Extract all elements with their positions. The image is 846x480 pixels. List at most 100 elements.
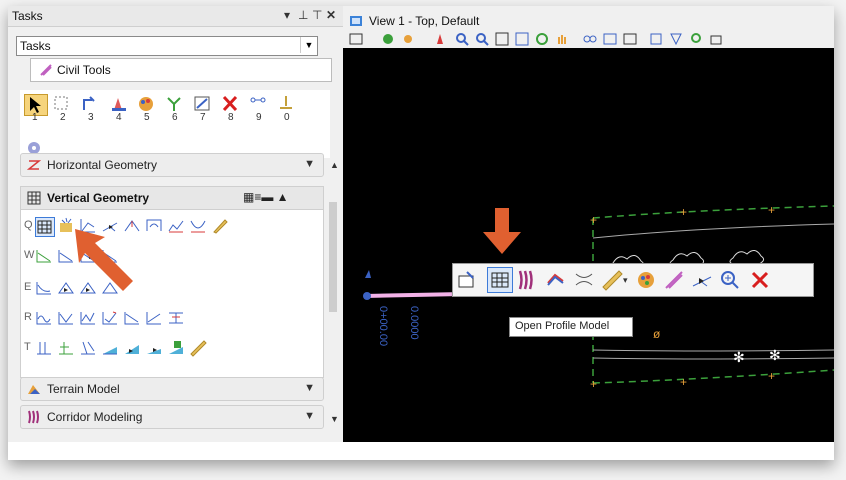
profile-tool-button[interactable]: [167, 217, 185, 235]
tool-key-label: 3: [88, 112, 94, 123]
scrollbar-thumb[interactable]: [329, 202, 337, 312]
profile-tool-button[interactable]: [79, 339, 97, 357]
civil-tools-header[interactable]: Civil Tools: [30, 58, 332, 82]
chevron-down-icon[interactable]: ▼: [304, 382, 315, 394]
close-icon[interactable]: ✕: [326, 8, 336, 22]
civil-tool-0-button[interactable]: [276, 94, 298, 114]
zoom-in-icon[interactable]: [455, 32, 469, 46]
civil-tool-8-button[interactable]: [220, 94, 242, 114]
civil-tool-3-button[interactable]: [80, 94, 102, 114]
properties-icon[interactable]: [457, 270, 477, 290]
profile-tool-button[interactable]: [123, 309, 141, 327]
delete-x-icon[interactable]: [749, 269, 771, 291]
scroll-down-icon[interactable]: ▼: [330, 414, 339, 424]
camera-icon[interactable]: [709, 32, 723, 46]
clip-mask-icon[interactable]: [669, 32, 683, 46]
view-title: View 1 - Top, Default: [369, 14, 480, 28]
rotate-view-icon[interactable]: [535, 32, 549, 46]
clip-volume-icon[interactable]: [649, 32, 663, 46]
profile-tool-button[interactable]: [167, 339, 185, 357]
chevron-down-icon[interactable]: ▼: [304, 410, 315, 422]
cad-drawing-canvas[interactable]: + + + + + + ✻ ✻ ø 0+00.00 0.0000: [343, 48, 834, 442]
profile-tool-button[interactable]: [145, 309, 163, 327]
profile-tool-button[interactable]: [189, 217, 207, 235]
profile-cube-icon: [169, 341, 183, 354]
palette-icon[interactable]: [635, 269, 657, 291]
civil-tool-2-button[interactable]: [52, 94, 74, 114]
dropdown-arrow-icon[interactable]: ▾: [284, 8, 290, 22]
scroll-up-icon[interactable]: ▲: [330, 160, 339, 170]
civil-tools-label: Civil Tools: [57, 63, 111, 77]
profile-arrow-icon[interactable]: [691, 269, 713, 291]
display-style-icon[interactable]: [381, 32, 395, 46]
tool-key-label: 6: [172, 112, 178, 123]
alignment-start-point[interactable]: [363, 292, 371, 300]
chevron-down-icon[interactable]: ▼: [300, 37, 317, 53]
civil-tool-4-button[interactable]: [108, 94, 130, 114]
view-next-icon[interactable]: [603, 32, 617, 46]
profile-tool-button[interactable]: [211, 217, 229, 235]
profile-tool-button[interactable]: [101, 309, 119, 327]
open-profile-model-button[interactable]: [487, 267, 513, 293]
analyze-icon[interactable]: [689, 32, 703, 46]
zoom-in-icon[interactable]: [719, 269, 741, 291]
pin-icon-2[interactable]: ⊤: [312, 8, 322, 22]
view-attributes-icon[interactable]: [349, 32, 363, 46]
tool-key-label: 4: [116, 112, 122, 123]
station-label: 0+00.00: [377, 306, 389, 346]
open-profile-model-button[interactable]: [35, 217, 55, 237]
civil-tool-5-button[interactable]: [136, 94, 158, 114]
fit-view-icon[interactable]: [515, 32, 529, 46]
road-line[interactable]: [592, 223, 834, 239]
copy-view-icon[interactable]: [623, 32, 637, 46]
pin-icon[interactable]: ⊥: [298, 8, 308, 22]
tasks-scrollbar[interactable]: ▲ ▼: [326, 160, 340, 428]
vertical-geometry-header[interactable]: Vertical Geometry ▦≡▬ ▲: [21, 187, 323, 210]
table-grid-icon: [37, 220, 52, 234]
profile-tool-button[interactable]: [167, 309, 185, 327]
tool-key-label: 2: [60, 112, 66, 123]
civil-geometry-icon[interactable]: [663, 269, 685, 291]
corridor-edge-top[interactable]: [592, 205, 834, 219]
profile-tool-button[interactable]: [57, 309, 75, 327]
tasks-dropdown[interactable]: Tasks ▼: [16, 36, 318, 56]
civil-tools-icon: [40, 64, 52, 76]
corridor-icon[interactable]: [517, 269, 539, 291]
profile-tool-button[interactable]: [79, 309, 97, 327]
template-drop-icon[interactable]: [545, 269, 567, 291]
profile-tool-button[interactable]: [123, 339, 141, 357]
profile-tool-button[interactable]: [57, 339, 75, 357]
window-area-icon[interactable]: [495, 32, 509, 46]
profile-check-icon: [102, 311, 117, 325]
section-terrain-model[interactable]: Terrain Model ▼: [20, 377, 324, 401]
measure-ruler-icon[interactable]: ▾: [601, 269, 631, 291]
alignment-line[interactable]: [364, 292, 464, 298]
tree-symbol-icon: [729, 250, 765, 265]
zoom-out-icon[interactable]: [475, 32, 489, 46]
view-previous-icon[interactable]: [583, 32, 597, 46]
view-window[interactable]: View 1 - Top, Default + + + + + + ✻ ✻ ø …: [343, 6, 834, 442]
civil-tool-6-button[interactable]: [164, 94, 186, 114]
lighting-icon[interactable]: [401, 32, 415, 46]
profile-tool-button[interactable]: [35, 279, 53, 297]
civil-tool-7-button[interactable]: [192, 94, 214, 114]
profile-tool-button[interactable]: [35, 309, 53, 327]
road-line[interactable]: [592, 349, 834, 352]
section-corridor-modeling[interactable]: Corridor Modeling ▼: [20, 405, 324, 429]
section-horizontal-geometry[interactable]: Horizontal Geometry ▼: [20, 153, 324, 177]
civil-tool-9-button[interactable]: [248, 94, 270, 114]
survey-icon[interactable]: [433, 32, 447, 46]
profile-tool-button[interactable]: [101, 339, 119, 357]
profile-tool-button[interactable]: [35, 247, 53, 265]
chevron-down-icon[interactable]: ▼: [304, 158, 315, 170]
superelevation-icon[interactable]: [573, 269, 595, 291]
view-mode-icons[interactable]: ▦≡▬ ▲: [243, 190, 289, 204]
profile-level-icon: [169, 312, 183, 324]
profile-tool-button[interactable]: [189, 339, 207, 357]
profile-tool-button[interactable]: [145, 217, 163, 235]
profile-tool-button[interactable]: [35, 339, 53, 357]
pan-hand-icon[interactable]: [555, 32, 569, 46]
road-line[interactable]: [592, 357, 834, 360]
corridor-edge-bottom[interactable]: [592, 369, 834, 384]
profile-tool-button[interactable]: [145, 339, 163, 357]
